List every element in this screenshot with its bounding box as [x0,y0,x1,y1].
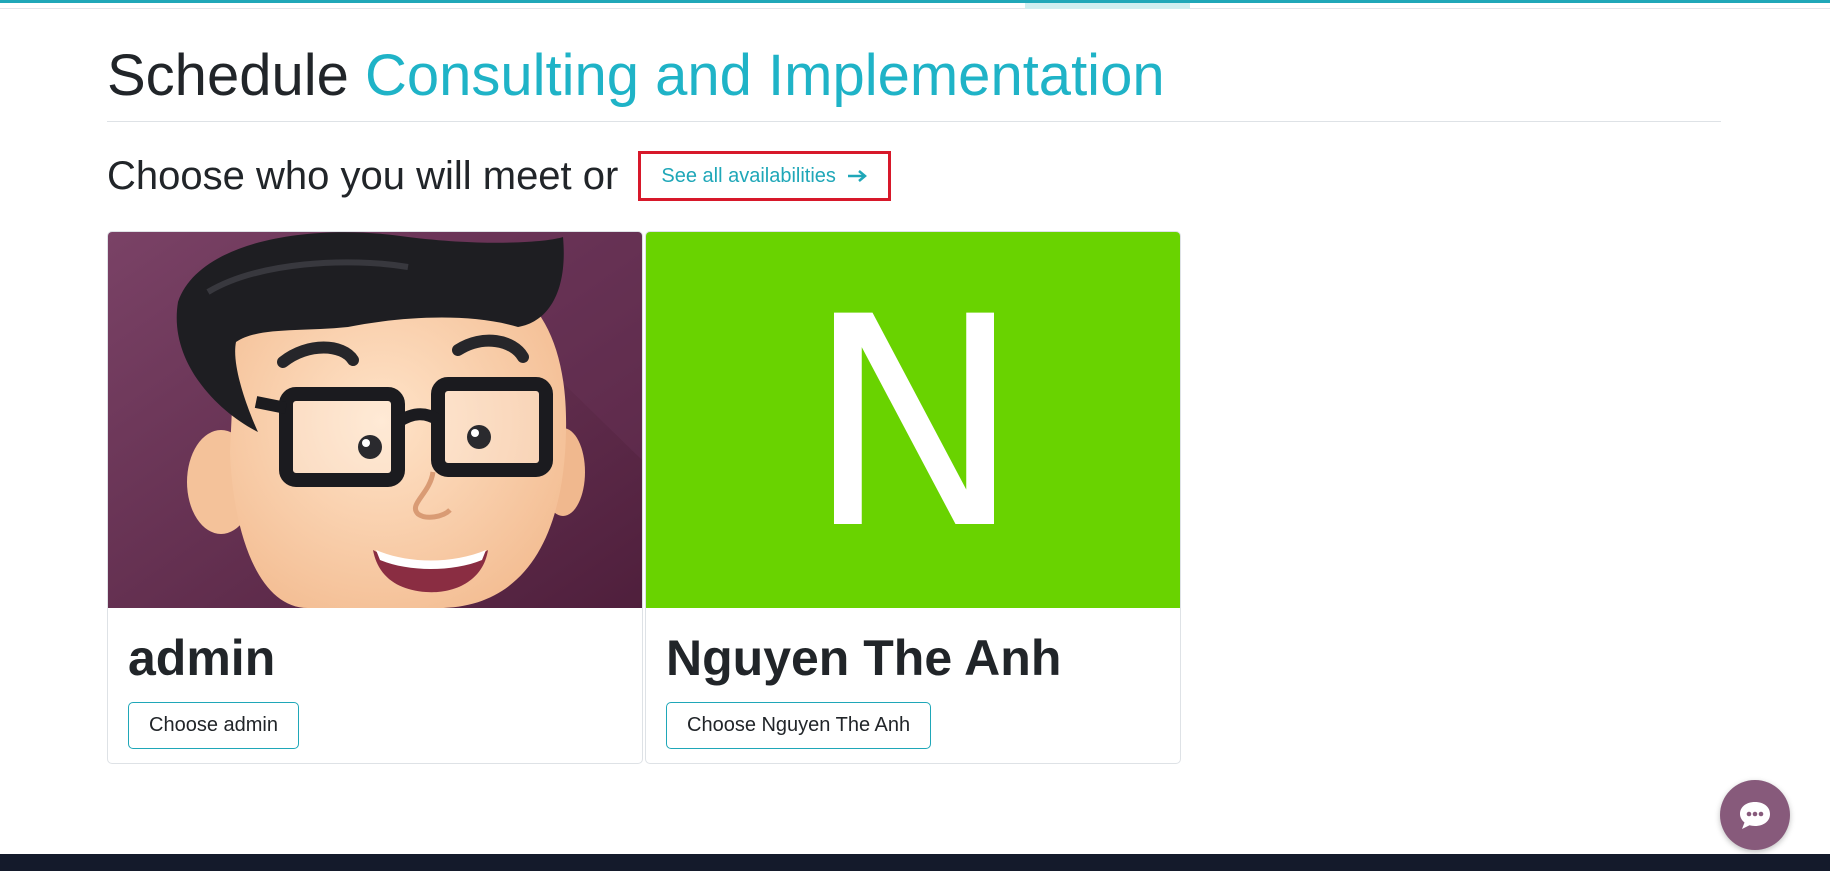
staff-card-admin: admin Choose admin [107,231,643,764]
choose-admin-button[interactable]: Choose admin [128,702,299,749]
page-title: Schedule Consulting and Implementation [107,40,1165,112]
page-title-accent: Consulting and Implementation [364,43,1165,108]
progress-strip [0,0,1830,10]
see-all-label: See all availabilities [661,164,836,187]
staff-name: Nguyen The Anh [666,630,1062,686]
progress-step [1190,3,1830,9]
avatar-initial: N [805,256,1023,593]
choose-nguyen-the-anh-button[interactable]: Choose Nguyen The Anh [666,702,932,749]
progress-step-active [1025,3,1190,9]
progress-step [0,3,1025,9]
chat-bubble-icon[interactable] [1720,780,1790,850]
initial-avatar: N [646,232,1180,608]
staff-card-nguyen-the-anh: N Nguyen The Anh Choose Nguyen The Anh [645,231,1181,764]
cartoon-man-avatar [108,232,642,608]
choose-subtitle: Choose who you will meet or [107,154,619,198]
staff-name: admin [128,630,276,686]
subtitle-row: Choose who you will meet or See all avai… [107,151,891,201]
arrow-right-icon [847,169,868,183]
staff-cards: admin Choose admin N Nguyen The Anh Choo… [107,231,1181,764]
footer-bar [0,854,1830,871]
see-all-availabilities-link[interactable]: See all availabilities [638,151,891,201]
page-title-prefix: Schedule [107,43,349,108]
title-divider [107,121,1721,122]
